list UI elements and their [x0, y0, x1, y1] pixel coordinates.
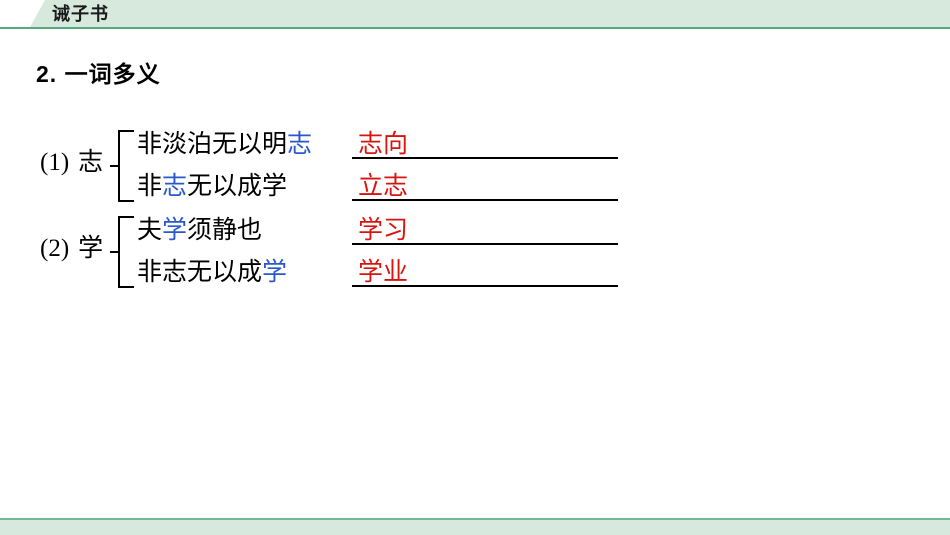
group-2-bracket: [118, 216, 134, 288]
header-title: 诫子书: [52, 4, 109, 24]
group-2-key-character: 学: [78, 235, 104, 262]
group-1-row-2-highlight-char: 志: [162, 173, 188, 200]
group-1-row-1-sentence-pre: 非淡泊无以明: [137, 131, 288, 158]
group-1-row-2-sentence-post: 无以成学: [187, 173, 288, 200]
group-2-row-1-highlight-char: 学: [162, 217, 188, 244]
group-1-row-2-sentence-pre: 非: [137, 173, 163, 200]
group-1-index: (1): [40, 149, 70, 176]
group-1-label: (1) 志: [40, 146, 103, 180]
group-2-row-1-sentence: 夫学须静也: [137, 214, 262, 248]
section-title: 2. 一词多义: [36, 61, 161, 87]
group-2-row-2-sentence-pre: 非志无以成: [137, 259, 263, 286]
group-2-row-1-blank-line: [352, 243, 618, 245]
group-2-index: (2): [40, 235, 70, 262]
group-1-row-1-sentence: 非淡泊无以明志: [137, 128, 312, 162]
page-footer: [0, 518, 950, 535]
group-1-row-1-blank-line: [352, 157, 618, 159]
group-1-row-1-highlight-char: 志: [287, 131, 313, 158]
group-1-row-2-blank-line: [352, 199, 618, 201]
group-2-row-1-sentence-post: 须静也: [187, 217, 263, 244]
header-divider-rule: [0, 27, 950, 29]
group-2-row-2-sentence: 非志无以成学: [137, 256, 287, 290]
page-header: 诫子书: [0, 0, 950, 29]
group-2-row-1-sentence-pre: 夫: [137, 217, 163, 244]
header-background-shape: [30, 0, 950, 27]
group-1-bracket: [118, 130, 134, 202]
group-2-row-2-highlight-char: 学: [262, 259, 288, 286]
group-2-row-2-blank-line: [352, 285, 618, 287]
group-1-key-character: 志: [78, 149, 104, 176]
group-2-label: (2) 学: [40, 232, 103, 266]
group-1-row-2-sentence: 非志无以成学: [137, 170, 287, 204]
